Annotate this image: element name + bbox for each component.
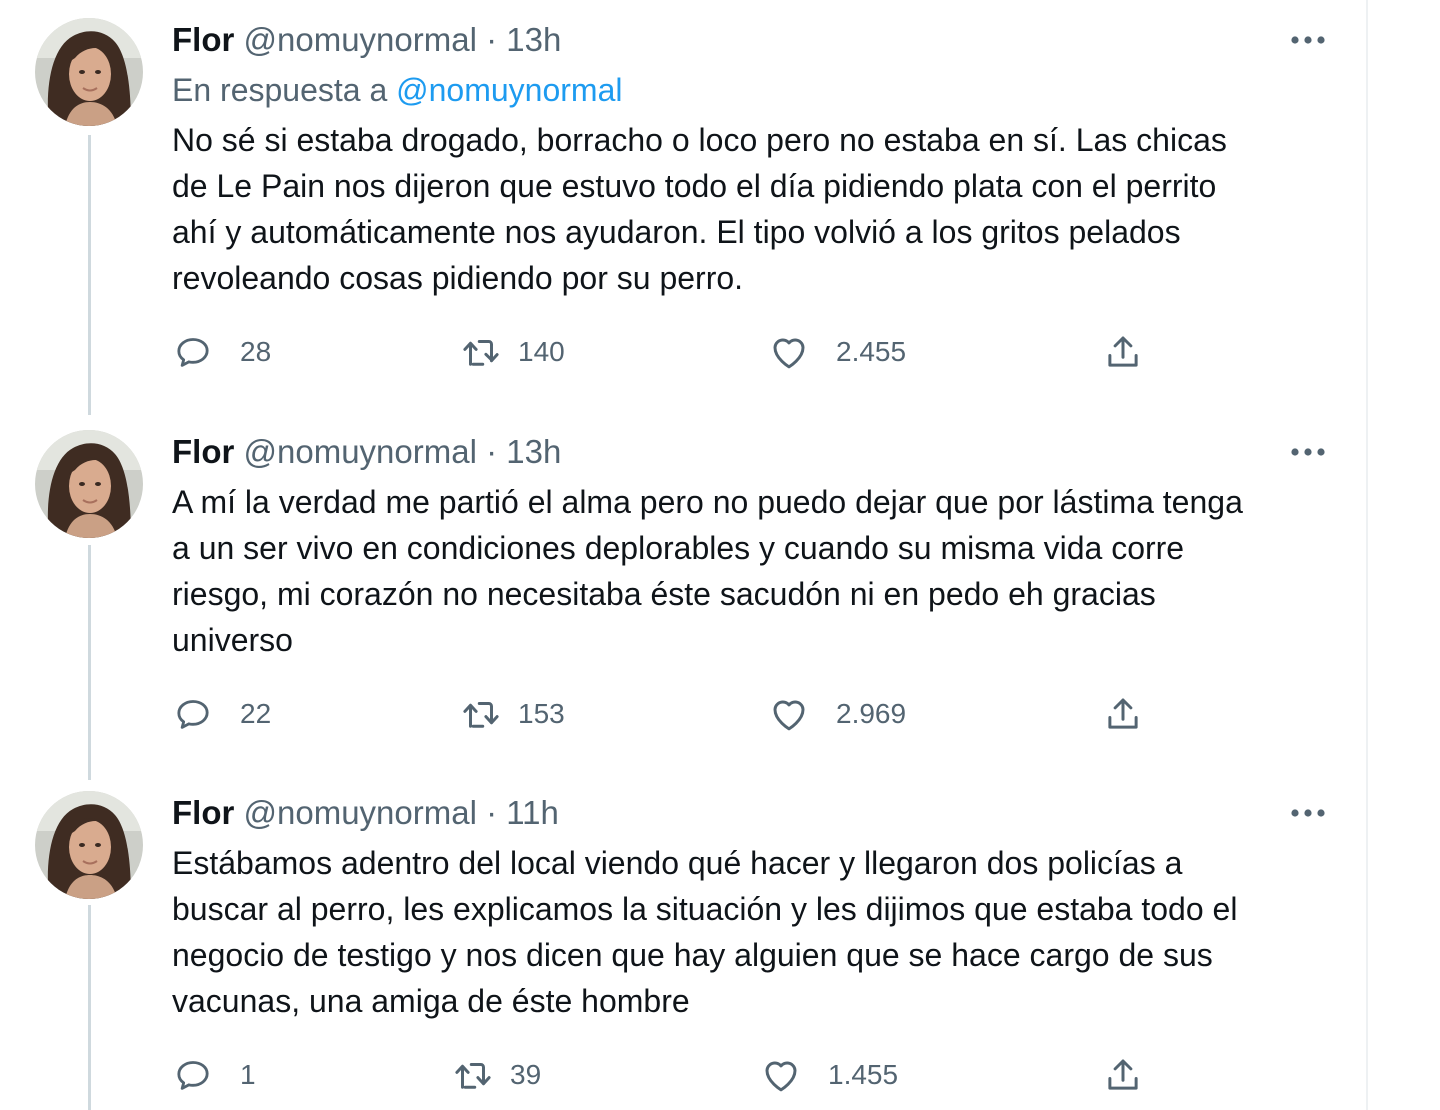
timestamp[interactable]: 13h [506,21,561,58]
retweet-icon [460,331,502,373]
reply-count: 1 [240,1059,256,1090]
more-icon[interactable] [1288,805,1328,821]
action-bar: 1 39 1.455 [172,1053,1172,1097]
reply-icon [172,331,214,373]
retweet-button[interactable]: 39 [452,1053,541,1097]
avatar[interactable] [35,791,143,899]
share-icon [1102,331,1144,373]
more-icon[interactable] [1288,444,1328,460]
tweet-text-line: vacunas, una amiga de éste hombre [172,983,690,1019]
share-icon [1102,1054,1144,1096]
like-button[interactable]: 2.455 [768,330,906,374]
reply-count: 28 [240,336,272,367]
tweet-header: Flor @nomuynormal · 13h [172,20,561,60]
separator-dot: · [486,433,498,470]
reply-icon [172,693,214,735]
tweet-header: Flor @nomuynormal · 11h [172,793,559,833]
like-count: 1.455 [828,1059,899,1090]
share-button[interactable] [1102,692,1144,736]
display-name[interactable]: Flor [172,433,234,470]
tweet-text-line: de Le Pain nos dijeron que estuvo todo e… [172,168,1217,204]
tweet[interactable]: Flor @nomuynormal · 11h Estábamos adentr… [0,773,1366,1110]
display-name[interactable]: Flor [172,21,234,58]
retweet-count: 140 [518,336,565,367]
like-button[interactable]: 1.455 [760,1053,898,1097]
share-icon [1102,693,1144,735]
avatar[interactable] [35,430,143,538]
heart-icon [760,1054,802,1096]
tweet-text-line: universo [172,622,293,658]
like-count: 2.969 [836,698,907,729]
reply-button[interactable]: 1 [172,1053,256,1097]
avatar[interactable] [35,18,143,126]
timestamp[interactable]: 13h [506,433,561,470]
share-button[interactable] [1102,1053,1144,1097]
reply-context: En respuesta a @nomuynormal [172,70,622,110]
display-name[interactable]: Flor [172,794,234,831]
share-button[interactable] [1102,330,1144,374]
tweet-text: No sé si estaba drogado, borracho o loco… [172,117,1332,301]
separator-dot: · [486,21,498,58]
reply-button[interactable]: 22 [172,692,271,736]
tweet-text-line: buscar al perro, les explicamos la situa… [172,891,1238,927]
tweet-text-line: revoleando cosas pidiendo por su perro. [172,260,744,296]
reply-to-label: En respuesta a [172,72,388,108]
tweet-header: Flor @nomuynormal · 13h [172,432,561,472]
reply-to-mention[interactable]: @nomuynormal [396,72,622,108]
username[interactable]: @nomuynormal [244,433,477,470]
retweet-button[interactable]: 153 [460,692,565,736]
like-button[interactable]: 2.969 [768,692,906,736]
tweet-text: Estábamos adentro del local viendo qué h… [172,840,1332,1024]
tweet-text-line: negocio de testigo y nos dicen que hay a… [172,937,1213,973]
separator-dot: · [486,794,498,831]
retweet-button[interactable]: 140 [460,330,565,374]
username[interactable]: @nomuynormal [244,21,477,58]
tweet-text-line: ahí y automáticamente nos ayudaron. El t… [172,214,1181,250]
timestamp[interactable]: 11h [506,794,559,831]
reply-button[interactable]: 28 [172,330,271,374]
action-bar: 22 153 2.969 [172,692,1172,736]
column-divider [1366,0,1368,1110]
tweet[interactable]: Flor @nomuynormal · 13h En respuesta a @… [0,0,1366,410]
action-bar: 28 140 2.455 [172,330,1172,374]
retweet-count: 153 [518,698,565,729]
username[interactable]: @nomuynormal [244,794,477,831]
retweet-count: 39 [510,1059,542,1090]
retweet-icon [452,1054,494,1096]
tweet[interactable]: Flor @nomuynormal · 13h A mí la verdad m… [0,412,1366,772]
tweet-text-line: No sé si estaba drogado, borracho o loco… [172,122,1227,158]
retweet-icon [460,693,502,735]
tweet-text-line: a un ser vivo en condiciones deplorables… [172,530,1185,566]
reply-icon [172,1054,214,1096]
tweet-thread: Flor @nomuynormal · 13h En respuesta a @… [0,0,1440,1110]
tweet-text: A mí la verdad me partió el alma pero no… [172,479,1332,663]
tweet-text-line: A mí la verdad me partió el alma pero no… [172,484,1243,520]
heart-icon [768,331,810,373]
heart-icon [768,693,810,735]
like-count: 2.455 [836,336,907,367]
more-icon[interactable] [1288,32,1328,48]
reply-count: 22 [240,698,272,729]
tweet-text-line: riesgo, mi corazón no necesitaba éste sa… [172,576,1156,612]
tweet-text-line: Estábamos adentro del local viendo qué h… [172,845,1183,881]
